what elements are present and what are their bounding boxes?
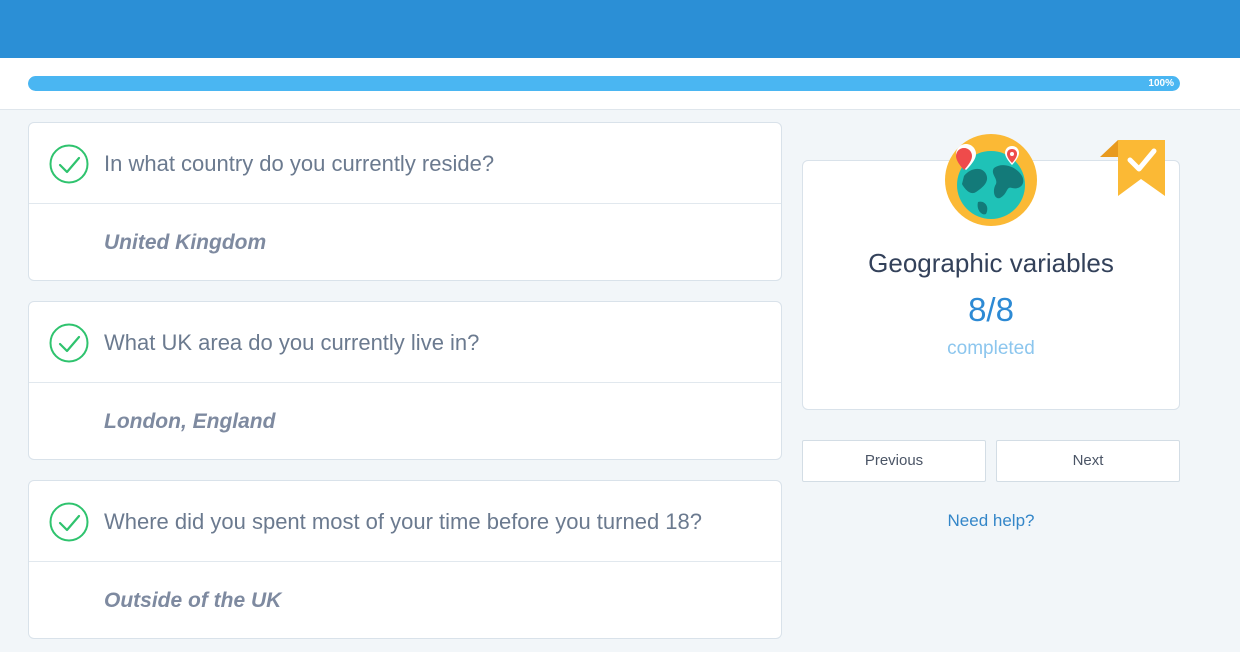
question-header: Where did you spent most of your time be… [29, 481, 781, 562]
question-card: Where did you spent most of your time be… [28, 480, 782, 639]
question-card: What UK area do you currently live in? L… [28, 301, 782, 460]
progress-percent-label: 100% [1148, 78, 1174, 89]
answer-text: Outside of the UK [104, 589, 282, 612]
previous-button[interactable]: Previous [802, 440, 986, 482]
progress-section: 100% [0, 58, 1240, 110]
answer-text: United Kingdom [104, 231, 267, 254]
completion-count: 8/8 [968, 291, 1014, 328]
question-text: Where did you spent most of your time be… [104, 509, 702, 534]
check-circle-icon [49, 323, 89, 363]
top-header-bar [0, 0, 1240, 58]
answer-text: London, England [104, 410, 276, 433]
check-circle-icon [49, 144, 89, 184]
progress-bar-fill: 100% [28, 76, 1180, 91]
check-circle-icon [49, 502, 89, 542]
globe-icon [945, 134, 1037, 226]
completion-status: completed [947, 338, 1035, 359]
need-help-link[interactable]: Need help? [802, 510, 1180, 532]
section-title: Geographic variables [868, 248, 1114, 278]
ribbon-check-badge-icon [1100, 140, 1165, 196]
question-card: In what country do you currently reside?… [28, 122, 782, 281]
progress-bar: 100% [28, 76, 1180, 91]
question-text: What UK area do you currently live in? [104, 330, 480, 355]
next-button[interactable]: Next [996, 440, 1180, 482]
question-header: In what country do you currently reside? [29, 123, 781, 204]
question-header: What UK area do you currently live in? [29, 302, 781, 383]
question-text: In what country do you currently reside? [104, 151, 495, 176]
